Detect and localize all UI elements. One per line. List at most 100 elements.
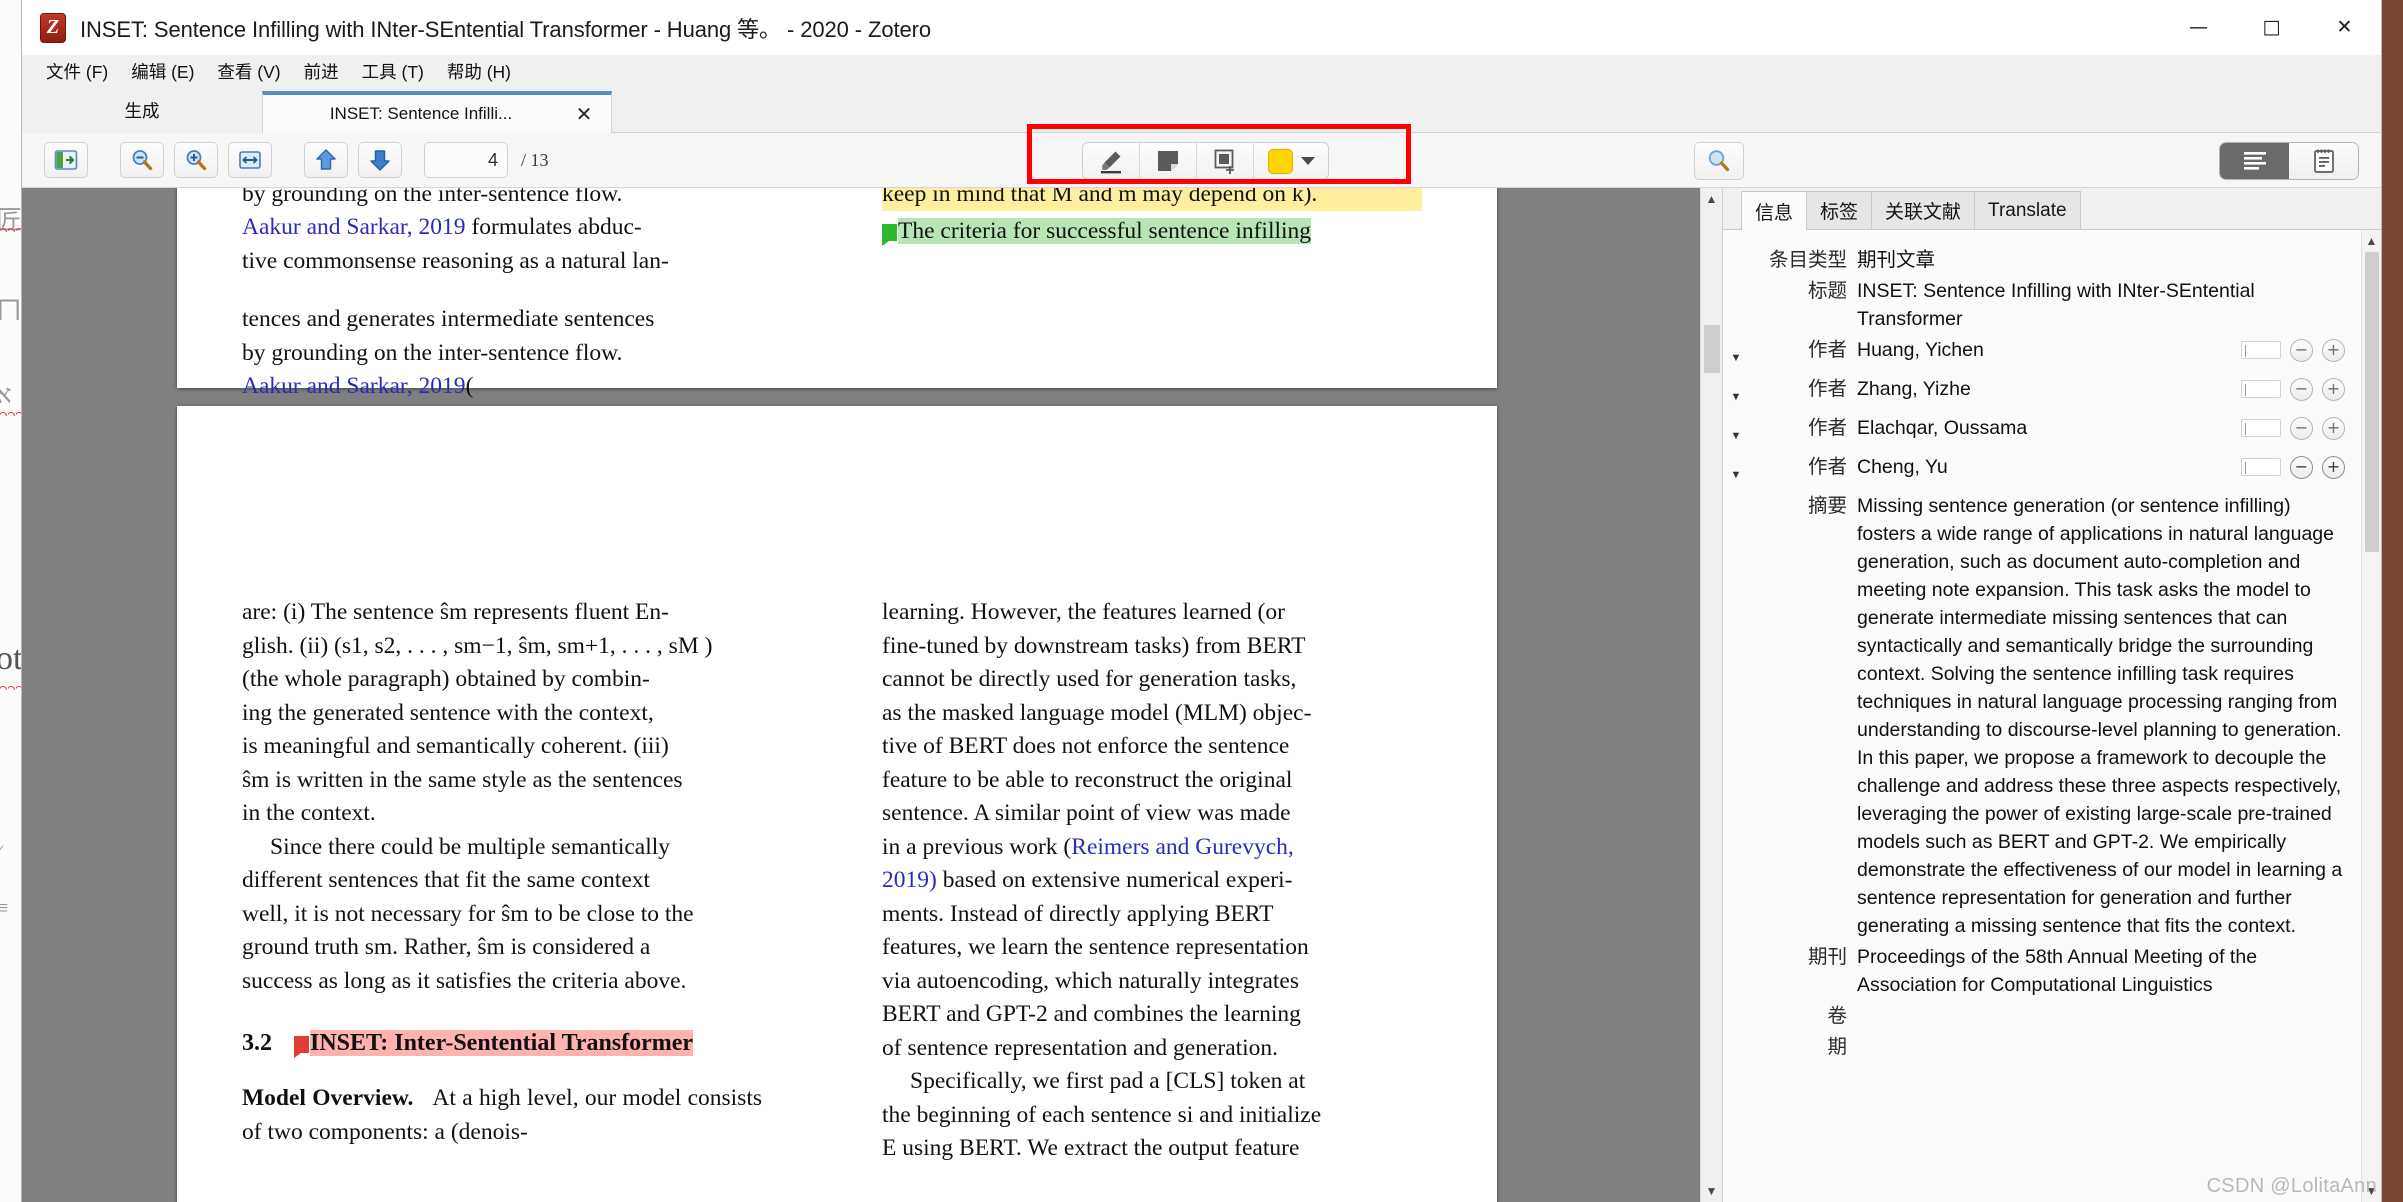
add-author-button[interactable]: + (2322, 377, 2345, 401)
pdf-section-title[interactable]: INSET: Inter-Sentential Transformer (310, 1030, 694, 1056)
annotation-flag-green-icon[interactable] (882, 224, 897, 246)
row-twisty-icon[interactable]: ▼ (1723, 336, 1749, 372)
add-author-button[interactable]: + (2322, 338, 2345, 362)
tab-strip: 生成 INSET: Sentence Infilli... ✕ (22, 88, 2381, 133)
menu-edit[interactable]: 编辑 (E) (121, 55, 204, 88)
pdf-citation-link-aakur[interactable]: Aakur and Sarkar, 2019 (242, 214, 466, 240)
pdf-viewer: tences and generates intermediate senten… (22, 188, 1722, 1202)
metadata-row-item-type[interactable]: 条目类型 期刊文章 (1723, 244, 2351, 275)
row-twisty-icon[interactable]: ▼ (1723, 375, 1749, 411)
pdf-section-number: 3.2 (242, 1030, 272, 1056)
field-value[interactable]: INSET: Sentence Infilling with INter-SEn… (1857, 277, 2351, 333)
row-twisty-icon[interactable]: ▼ (1723, 453, 1749, 489)
field-value[interactable]: Elachqar, Oussama (1857, 414, 2241, 442)
zoom-out-button[interactable] (120, 142, 164, 178)
metadata-row-issue[interactable]: 期 (1723, 1031, 2351, 1062)
annotation-color-picker[interactable] (1254, 143, 1328, 179)
remove-author-button[interactable]: − (2290, 338, 2313, 362)
tab-related[interactable]: 关联文献 (1871, 191, 1976, 229)
metadata-row-volume[interactable]: 卷 (1723, 1000, 2351, 1031)
pdf-highlight-yellow[interactable]: any confusion, we drop the index k from … (882, 188, 1422, 211)
add-author-button[interactable]: + (2322, 416, 2345, 440)
row-twisty-icon[interactable]: ▼ (1723, 414, 1749, 450)
metadata-row-author[interactable]: ▼ 作者 Elachqar, Oussama − + (1723, 412, 2351, 451)
field-value[interactable]: Missing sentence generation (or sentence… (1857, 492, 2351, 940)
scroll-down-arrow-icon[interactable]: ▼ (1701, 1180, 1723, 1202)
metadata-row-author[interactable]: ▼ 作者 Zhang, Yizhe − + (1723, 373, 2351, 412)
pdf-page-columns: are: (i) The sentence ŝm represents flue… (177, 406, 1497, 1202)
tab-translate[interactable]: Translate (1974, 191, 2081, 229)
zotero-main-window: Z INSET: Sentence Infilling with INter-S… (22, 0, 2381, 1202)
sidebar-toggle-button[interactable] (44, 142, 88, 178)
pdf-citation-link[interactable]: Aakur and Sarkar, 2019 (242, 373, 466, 399)
remove-author-button[interactable]: − (2290, 377, 2313, 401)
pdf-scroll-track[interactable] (1701, 210, 1723, 1180)
pdf-section-heading: 3.2 INSET: Inter-Sentential Transformer (242, 1026, 762, 1060)
metadata-list[interactable]: 条目类型 期刊文章 标题 INSET: Sentence Infilling w… (1723, 230, 2361, 1202)
pdf-citation-year[interactable]: 2019) (882, 867, 937, 893)
field-value[interactable]: 期刊文章 (1857, 246, 2351, 274)
scroll-up-arrow-icon[interactable]: ▲ (1701, 188, 1723, 210)
add-note-tool[interactable] (1140, 143, 1197, 179)
metadata-row-publication[interactable]: 期刊 Proceedings of the 58th Annual Meetin… (1723, 941, 2351, 1000)
pdf-line: tences and generates intermediate senten… (242, 306, 655, 332)
field-value[interactable]: Huang, Yichen (1857, 336, 2241, 364)
outline-view-button[interactable] (2220, 143, 2289, 179)
search-icon (1708, 150, 1730, 172)
zoom-in-button[interactable] (174, 142, 218, 178)
search-button-wrapper (1694, 142, 1744, 180)
metadata-row-title[interactable]: 标题 INSET: Sentence Infilling with INter-… (1723, 275, 2351, 334)
menu-bar: 文件 (F) 编辑 (E) 查看 (V) 前进 工具 (T) 帮助 (H) (22, 55, 2381, 88)
field-value[interactable]: Proceedings of the 58th Annual Meeting o… (1857, 943, 2351, 999)
tab-close-icon[interactable]: ✕ (571, 101, 597, 127)
pdf-top-right-text: any confusion, we drop the index k from … (882, 188, 1422, 249)
add-author-button[interactable]: + (2322, 455, 2345, 479)
next-page-button[interactable] (358, 142, 402, 178)
zotero-logo-icon: Z (40, 12, 66, 43)
menu-help[interactable]: 帮助 (H) (437, 55, 521, 88)
pdf-highlight-green-text[interactable]: The criteria for successful sentence inf… (898, 218, 1312, 244)
tab-info[interactable]: 信息 (1741, 191, 1808, 230)
pdf-scroll-area[interactable]: tences and generates intermediate senten… (22, 188, 1700, 1202)
highlighter-icon (1101, 151, 1121, 174)
field-value[interactable]: Zhang, Yizhe (1857, 375, 2241, 403)
previous-page-button[interactable] (304, 142, 348, 178)
menu-file[interactable]: 文件 (F) (36, 55, 118, 88)
close-button[interactable]: ✕ (2308, 0, 2381, 55)
menu-view[interactable]: 查看 (V) (207, 55, 290, 88)
metadata-row-author[interactable]: ▼ 作者 Huang, Yichen − + (1723, 334, 2351, 373)
add-area-tool[interactable] (1197, 143, 1254, 179)
remove-author-button[interactable]: − (2290, 416, 2313, 440)
annotation-flag-red-icon[interactable] (294, 1036, 309, 1058)
meta-scroll-up-arrow-icon[interactable]: ▲ (2361, 230, 2382, 252)
fit-width-button[interactable] (228, 142, 272, 178)
tab-document[interactable]: INSET: Sentence Infilli... ✕ (262, 91, 612, 133)
pdf-scroll-thumb[interactable] (1703, 325, 1720, 373)
minimize-button[interactable]: — (2162, 0, 2235, 55)
field-value[interactable]: Cheng, Yu (1857, 453, 2241, 481)
highlight-text-tool[interactable] (1083, 143, 1140, 179)
remove-author-button[interactable]: − (2290, 455, 2313, 479)
author-switch-mode-field[interactable] (2241, 458, 2281, 476)
pdf-line: ments. Instead of directly applying BERT (882, 900, 1274, 927)
author-switch-mode-field[interactable] (2241, 380, 2281, 398)
tab-library[interactable]: 生成 (22, 88, 262, 133)
metadata-scrollbar[interactable]: ▲ ▼ (2361, 230, 2381, 1202)
metadata-row-abstract[interactable]: 摘要 Missing sentence generation (or sente… (1723, 490, 2351, 941)
menu-forward[interactable]: 前进 (294, 55, 349, 88)
find-in-document-button[interactable] (1694, 142, 1744, 180)
row-twisty (1723, 492, 1749, 500)
author-switch-mode-field[interactable] (2241, 341, 2281, 359)
pdf-line: feature to be able to reconstruct the or… (882, 766, 1293, 793)
page-number-input[interactable]: 4 (424, 142, 508, 178)
tab-tags[interactable]: 标签 (1806, 191, 1873, 229)
maximize-button[interactable]: □ (2235, 0, 2308, 55)
menu-tools[interactable]: 工具 (T) (352, 55, 434, 88)
notes-view-button[interactable] (2289, 143, 2358, 179)
pdf-citation-link-reimers[interactable]: Reimers and Gurevych, (1071, 834, 1294, 860)
metadata-scroll-thumb[interactable] (2365, 252, 2379, 552)
author-switch-mode-field[interactable] (2241, 419, 2281, 437)
pdf-scrollbar[interactable]: ▲ ▼ (1700, 188, 1722, 1202)
meta-scroll-down-arrow-icon[interactable]: ▼ (2361, 1180, 2382, 1202)
metadata-row-author[interactable]: ▼ 作者 Cheng, Yu − + (1723, 451, 2351, 490)
